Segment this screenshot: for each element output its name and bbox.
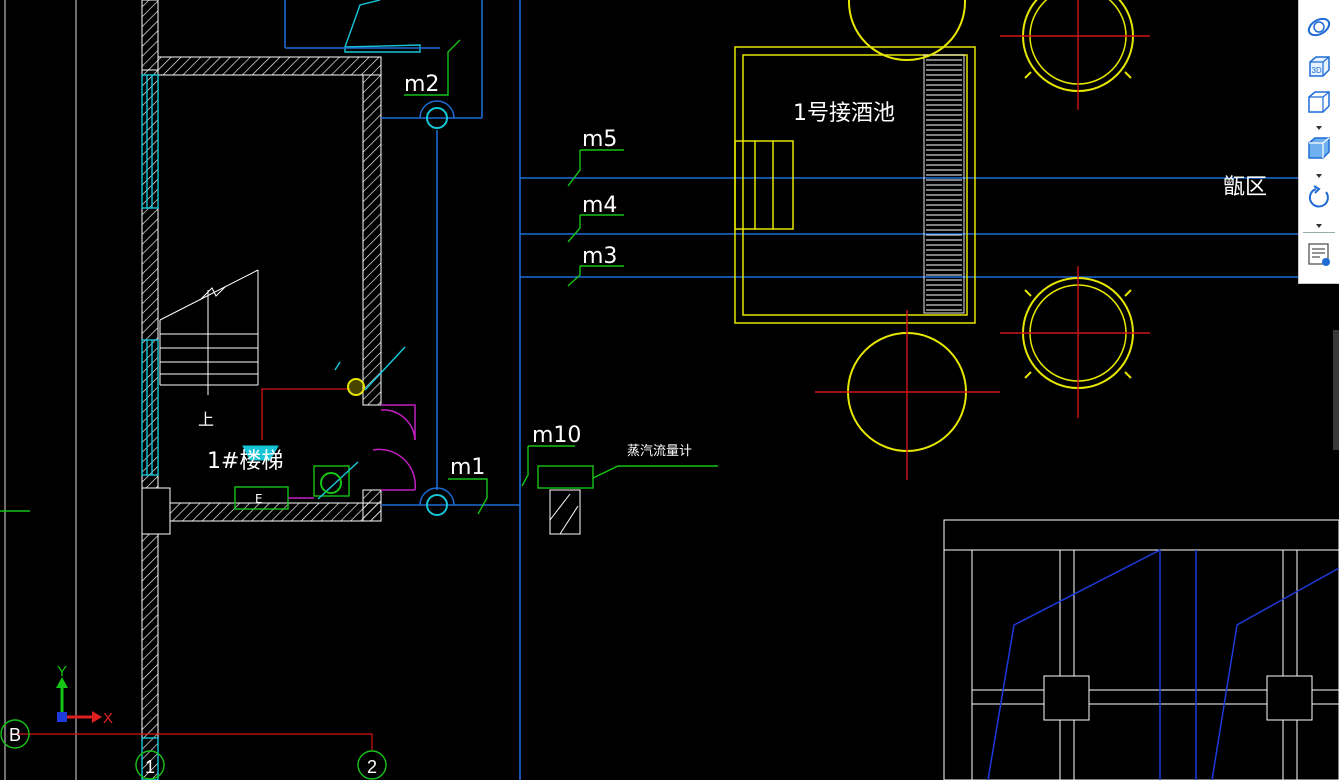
- cad-drawing-canvas[interactable]: m2 m5 m4 m3 m1 m10 蒸汽流量计 1号接酒池 甑区 1#楼梯 上…: [0, 0, 1339, 780]
- label-tank-1[interactable]: 1号接酒池: [793, 101, 895, 126]
- view-cube-dropdown-icon[interactable]: [1311, 120, 1327, 130]
- grid-bubble-b-label: B: [9, 725, 21, 745]
- ucs-axis-icon: Y X: [56, 663, 113, 727]
- label-m5[interactable]: m5: [582, 127, 617, 152]
- vessels[interactable]: [815, 0, 1150, 480]
- ucs-x-label: X: [103, 710, 113, 727]
- 3d-view-icon[interactable]: 3D: [1303, 52, 1335, 82]
- rotate-icon[interactable]: [1303, 182, 1335, 212]
- grid-bubbles: B 1 2: [0, 719, 387, 780]
- label-m1[interactable]: m1: [450, 455, 485, 480]
- grid-bubble-1-label: 1: [145, 757, 155, 777]
- toolbar-divider: [1303, 232, 1335, 233]
- label-m4[interactable]: m4: [582, 193, 617, 218]
- label-flowmeter[interactable]: 蒸汽流量计: [627, 444, 692, 459]
- ucs-y-label: Y: [57, 663, 67, 680]
- label-m3[interactable]: m3: [582, 244, 617, 269]
- view-navigation-toolbar: 3D: [1298, 0, 1339, 284]
- 3d-view-text: 3D: [1312, 66, 1322, 75]
- door[interactable]: [372, 404, 417, 491]
- label-m10[interactable]: m10: [532, 423, 581, 448]
- properties-panel-icon[interactable]: [1303, 239, 1335, 269]
- tank-1-grille: [923, 54, 965, 314]
- side-panel-tab[interactable]: [1333, 330, 1339, 450]
- flowmeter-symbol[interactable]: [549, 489, 581, 535]
- stair: [159, 269, 259, 395]
- label-stair-up[interactable]: 上: [198, 410, 214, 429]
- label-stair[interactable]: 1#楼梯: [207, 449, 283, 474]
- view-cube-icon[interactable]: [1303, 87, 1335, 117]
- equipment-wiring: [10, 346, 406, 750]
- label-m2[interactable]: m2: [404, 72, 439, 97]
- drawing-labels: m2 m5 m4 m3 m1 m10 蒸汽流量计 1号接酒池 甑区 1#楼梯 上…: [198, 72, 1267, 506]
- grid-bubble-2-label: 2: [367, 757, 377, 777]
- structure-braces: [987, 549, 1339, 780]
- shaded-cube-dropdown-icon[interactable]: [1311, 168, 1327, 178]
- shaded-cube-icon[interactable]: [1303, 133, 1335, 163]
- label-box[interactable]: E: [255, 492, 263, 506]
- label-zone[interactable]: 甑区: [1223, 175, 1267, 200]
- rotate-dropdown-icon[interactable]: [1311, 218, 1327, 228]
- orbit-icon[interactable]: [1303, 12, 1335, 42]
